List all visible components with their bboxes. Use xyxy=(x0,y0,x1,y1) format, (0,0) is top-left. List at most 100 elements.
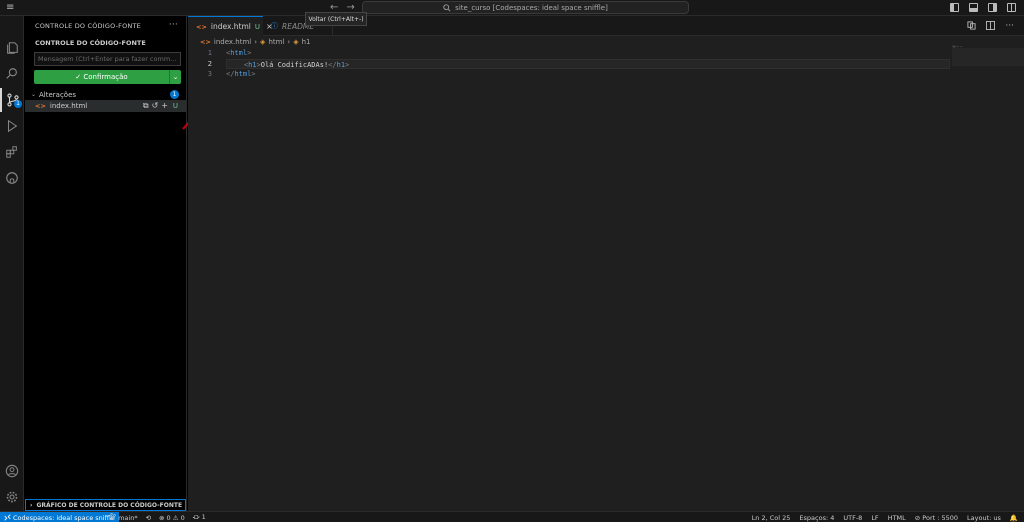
changed-file-row[interactable]: <> index.html ⧉ ↺ + U xyxy=(25,100,186,112)
tab-bar: <> index.html U × ⓘ README Voltar (Ctrl+… xyxy=(188,12,1024,36)
breadcrumb-html[interactable]: html xyxy=(268,38,284,46)
breadcrumb-separator: › xyxy=(254,38,258,46)
sidebar-title: CONTROLE DO CÓDIGO-FONTE xyxy=(35,22,141,30)
scm-section-header[interactable]: CONTROLE DO CÓDIGO-FONTE xyxy=(25,36,186,50)
tab-index-html[interactable]: <> index.html U × xyxy=(188,16,273,36)
settings-gear-icon[interactable] xyxy=(0,485,24,509)
encoding[interactable]: UTF-8 xyxy=(843,514,862,522)
commit-dropdown-button[interactable]: ⌄ xyxy=(169,70,181,84)
split-editor-icon[interactable] xyxy=(986,21,996,30)
toggle-panel-icon[interactable] xyxy=(969,3,978,12)
code-line[interactable]: <html> xyxy=(226,48,950,59)
stage-changes-icon[interactable]: + xyxy=(161,101,168,111)
keyboard-layout[interactable]: Layout: us xyxy=(967,514,1001,522)
tag-name: h1 xyxy=(248,60,257,69)
source-control-badge: 1 xyxy=(14,100,22,108)
cursor-position[interactable]: Ln 2, Col 25 xyxy=(752,514,791,522)
hamburger-menu-icon[interactable]: ≡ xyxy=(6,3,18,13)
activity-bar: 1 xyxy=(0,16,24,511)
breadcrumb-file[interactable]: index.html xyxy=(214,38,251,46)
commit-button-label: ✓ Confirmação xyxy=(75,73,128,81)
source-control-sidebar: CONTROLE DO CÓDIGO-FONTE ··· CONTROLE DO… xyxy=(25,16,200,511)
breadcrumb-h1[interactable]: h1 xyxy=(302,38,311,46)
line-number: 3 xyxy=(207,70,212,78)
search-icon[interactable] xyxy=(0,62,24,86)
toggle-secondary-sidebar-icon[interactable] xyxy=(988,3,997,12)
text-content: Olá CodificADAs! xyxy=(260,60,329,69)
html-file-icon: <> xyxy=(35,102,46,110)
command-center-label: site_curso [Codespaces: ideal space snif… xyxy=(455,3,608,12)
account-icon[interactable] xyxy=(0,459,24,483)
indentation[interactable]: Espaços: 4 xyxy=(799,514,834,522)
minimap-slider[interactable] xyxy=(952,48,1024,66)
source-control-icon[interactable]: 1 xyxy=(0,88,24,112)
language-mode[interactable]: HTML xyxy=(888,514,906,522)
file-actions: ⧉ ↺ + xyxy=(143,101,168,111)
changed-file-name: index.html xyxy=(49,102,88,110)
extensions-icon[interactable] xyxy=(0,140,24,164)
remote-label: Codespaces: ideal space sniffle xyxy=(13,513,115,522)
element-symbol-icon: ◈ xyxy=(260,38,266,46)
bracket: > xyxy=(247,49,252,57)
ports-indicator[interactable]: ⛮ 1 xyxy=(193,513,206,522)
changes-count-badge: 1 xyxy=(170,90,179,99)
html-file-icon: <> xyxy=(196,22,207,31)
github-icon[interactable] xyxy=(0,166,24,190)
status-left: main* ⟲ ⊗ 0 ⚠ 0 ⛮ 1 xyxy=(110,512,206,522)
html-file-icon: <> xyxy=(200,38,211,46)
run-debug-icon[interactable] xyxy=(0,114,24,138)
code-line-current[interactable]: <h1>Olá CodificADAs!</h1> xyxy=(226,58,950,69)
search-icon xyxy=(443,3,451,12)
line-number: 2 xyxy=(207,59,212,68)
commit-button-group: ✓ Confirmação ⌄ xyxy=(34,70,181,84)
info-icon: ⓘ xyxy=(271,22,278,30)
commit-button[interactable]: ✓ Confirmação xyxy=(34,70,169,84)
discard-changes-icon[interactable]: ↺ xyxy=(152,101,159,111)
branch-indicator[interactable]: main* xyxy=(110,513,138,522)
branch-name: main* xyxy=(118,514,138,522)
breadcrumb: <> index.html › ◈ html › ◈ h1 xyxy=(188,36,1024,48)
branch-icon xyxy=(110,513,116,520)
tag-name: h1 xyxy=(336,60,346,69)
status-bar: Codespaces: ideal space sniffle main* ⟲ … xyxy=(0,511,1024,522)
line-number: 1 xyxy=(207,49,212,57)
live-server-port[interactable]: ⊘ Port : 5500 xyxy=(915,514,958,522)
line-ending[interactable]: LF xyxy=(871,514,878,522)
code-editor[interactable]: <html> <h1>Olá CodificADAs!</h1> </html> xyxy=(226,48,950,80)
explorer-icon[interactable] xyxy=(0,36,24,60)
breadcrumb-separator: › xyxy=(287,38,291,46)
chevron-down-icon: ⌄ xyxy=(172,73,179,81)
tab-status: U xyxy=(254,22,261,31)
notifications-bell-icon[interactable]: 🔔 xyxy=(1010,514,1018,522)
untracked-status: U xyxy=(172,102,178,110)
toggle-primary-sidebar-icon[interactable] xyxy=(950,3,959,12)
problems-indicator[interactable]: ⊗ 0 ⚠ 0 xyxy=(159,514,185,522)
changes-label: Alterações xyxy=(39,90,77,99)
chevron-right-icon: › xyxy=(30,501,33,509)
title-bar: ≡ ← → site_curso [Codespaces: ideal spac… xyxy=(0,0,1024,16)
element-symbol-icon: ◈ xyxy=(293,38,299,46)
open-changes-icon[interactable] xyxy=(967,21,976,30)
open-file-icon[interactable]: ⧉ xyxy=(143,101,149,111)
sync-icon[interactable]: ⟲ xyxy=(146,514,151,522)
graph-title: GRÁFICO DE CONTROLE DO CÓDIGO-FONTE xyxy=(36,501,183,509)
editor-area: <> index.html U × ⓘ README Voltar (Ctrl+… xyxy=(188,12,1024,511)
source-control-graph-header[interactable]: › GRÁFICO DE CONTROLE DO CÓDIGO-FONTE xyxy=(25,499,186,511)
command-center[interactable]: site_curso [Codespaces: ideal space snif… xyxy=(362,1,689,14)
layout-controls xyxy=(950,3,1016,12)
changes-group-header[interactable]: ⌄ Alterações 1 xyxy=(25,89,186,100)
more-actions-icon[interactable]: ··· xyxy=(1005,21,1014,31)
status-right: Ln 2, Col 25 Espaços: 4 UTF-8 LF HTML ⊘ … xyxy=(752,512,1018,522)
more-actions-icon[interactable]: ··· xyxy=(169,20,178,30)
remote-indicator[interactable]: Codespaces: ideal space sniffle xyxy=(0,512,119,522)
tag-name: html xyxy=(230,49,248,57)
tab-label: index.html xyxy=(210,22,251,31)
code-line[interactable]: </html> xyxy=(226,69,950,80)
tag-name: html xyxy=(234,70,252,78)
bracket: > xyxy=(345,60,350,69)
commit-message-input[interactable] xyxy=(34,52,181,66)
sidebar-header: CONTROLE DO CÓDIGO-FONTE ··· xyxy=(25,16,186,36)
customize-layout-icon[interactable] xyxy=(1007,3,1016,12)
scm-section-title: CONTROLE DO CÓDIGO-FONTE xyxy=(35,39,146,47)
